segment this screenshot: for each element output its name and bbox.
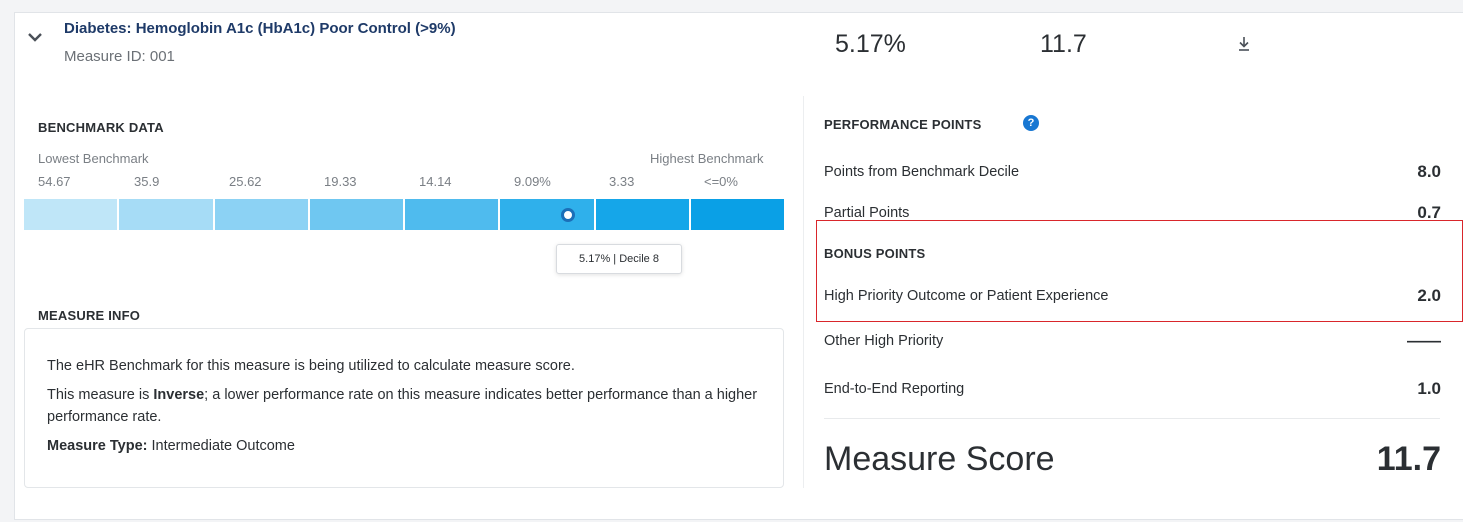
decile-segment-5 (405, 199, 501, 230)
points-from-decile-label: Points from Benchmark Decile (824, 164, 1020, 180)
measure-title[interactable]: Diabetes: Hemoglobin A1c (HbA1c) Poor Co… (64, 20, 456, 37)
measure-score-value: 11.7 (1376, 440, 1441, 478)
decile-segment-8 (690, 199, 784, 230)
performance-points-section-label: PERFORMANCE POINTS (824, 117, 982, 132)
decile-segment-7 (595, 199, 691, 230)
header-score: 11.7 (1040, 30, 1087, 58)
performance-marker[interactable] (561, 208, 575, 222)
end-to-end-reporting-label: End-to-End Reporting (824, 381, 965, 397)
benchmark-tick: 25.62 (229, 174, 262, 189)
other-high-priority-label: Other High Priority (824, 333, 944, 349)
benchmark-tick: <=0% (704, 174, 738, 189)
benchmark-decile-bar (24, 199, 784, 230)
score-divider (824, 418, 1440, 419)
help-icon[interactable]: ? (1023, 115, 1039, 131)
highest-benchmark-label: Highest Benchmark (650, 151, 764, 166)
measure-info-box: The eHR Benchmark for this measure is be… (24, 328, 784, 488)
high-priority-outcome-label: High Priority Outcome or Patient Experie… (824, 288, 1109, 304)
column-divider (803, 96, 804, 488)
measure-score-label: Measure Score (824, 440, 1055, 478)
benchmark-tick: 14.14 (419, 174, 452, 189)
bonus-points-highlight (816, 220, 1463, 322)
decile-segment-1 (24, 199, 120, 230)
info-line-inverse: This measure is Inverse; a lower perform… (47, 384, 761, 428)
inverse-prefix: This measure is (47, 387, 154, 403)
download-icon[interactable] (1236, 34, 1252, 54)
benchmark-tick: 9.09% (514, 174, 551, 189)
measure-info-section-label: MEASURE INFO (38, 308, 141, 323)
partial-points-label: Partial Points (824, 205, 910, 221)
inverse-bold: Inverse (153, 387, 205, 403)
bonus-points-label: BONUS POINTS (824, 246, 926, 261)
benchmark-tick: 35.9 (134, 174, 160, 189)
info-line-eHR: The eHR Benchmark for this measure is be… (47, 358, 575, 374)
info-line-type: Measure Type: Intermediate Outcome (47, 435, 761, 457)
decile-tooltip: 5.17% | Decile 8 (556, 244, 682, 274)
decile-segment-3 (214, 199, 310, 230)
decile-segment-6 (500, 199, 596, 230)
benchmark-tick: 3.33 (609, 174, 635, 189)
measure-type-value: Intermediate Outcome (147, 438, 295, 454)
decile-segment-4 (309, 199, 405, 230)
benchmark-section-label: BENCHMARK DATA (38, 120, 164, 135)
end-to-end-reporting-value: 1.0 (1417, 379, 1441, 398)
other-high-priority-value: —— (1407, 331, 1441, 350)
benchmark-tick: 19.33 (324, 174, 357, 189)
high-priority-outcome-value: 2.0 (1417, 286, 1441, 305)
chevron-down-icon[interactable] (26, 30, 44, 44)
decile-segment-2 (119, 199, 215, 230)
benchmark-tick: 54.67 (38, 174, 71, 189)
lowest-benchmark-label: Lowest Benchmark (38, 151, 149, 166)
measure-type-label: Measure Type: (47, 438, 148, 454)
performance-rate: 5.17% (835, 30, 906, 58)
measure-id: Measure ID: 001 (64, 48, 175, 65)
points-from-decile-value: 8.0 (1417, 162, 1441, 181)
